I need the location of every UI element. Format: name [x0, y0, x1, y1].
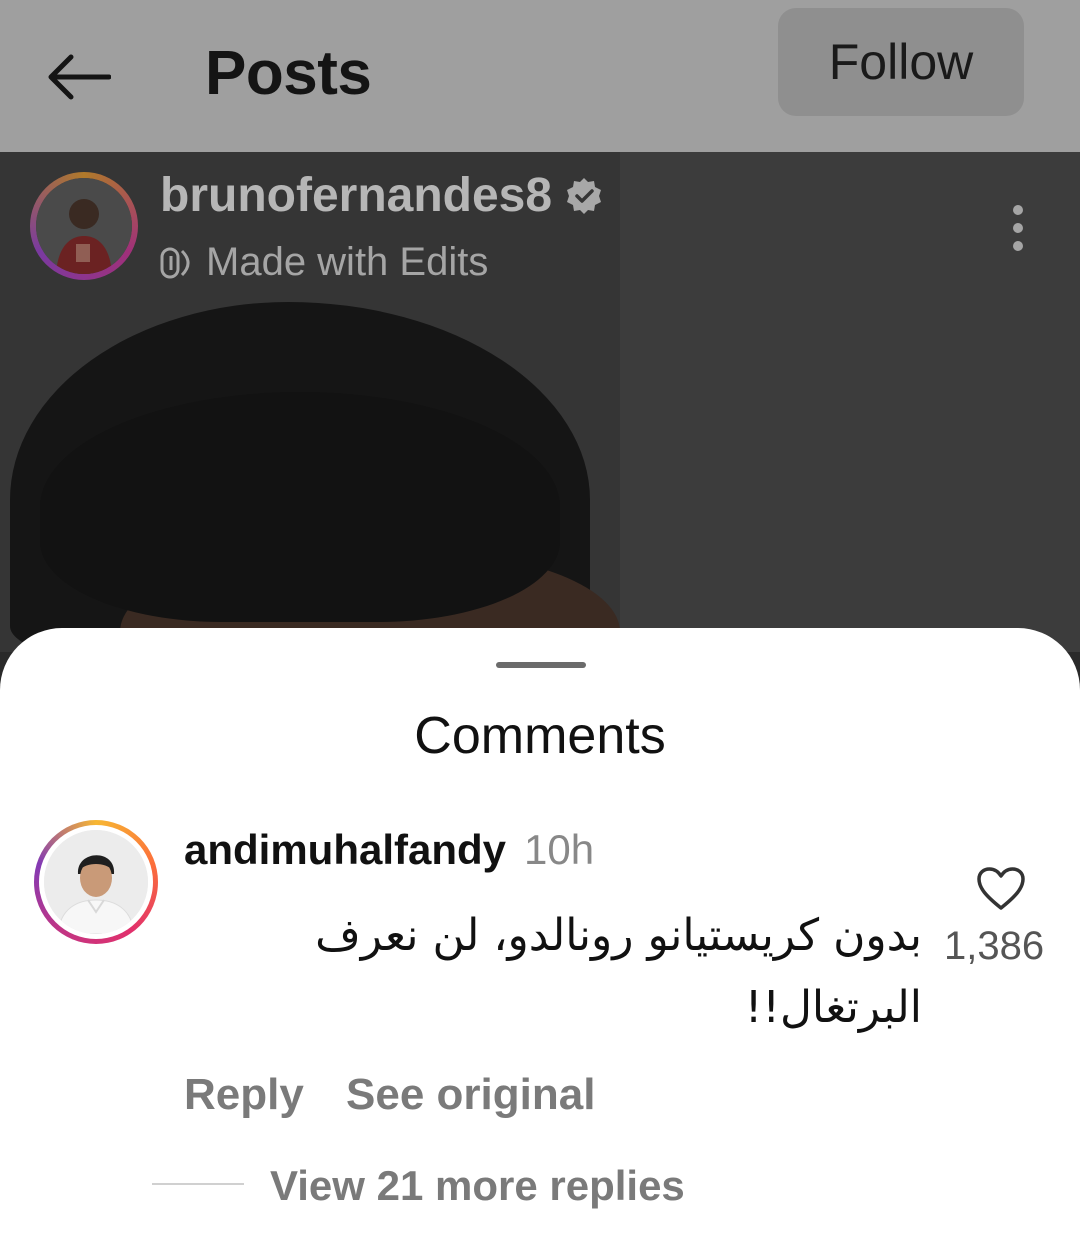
avatar-photo — [36, 178, 132, 274]
comment-header: andimuhalfandy 10h — [184, 826, 594, 874]
post-author-username[interactable]: brunofernandes8 — [160, 168, 604, 223]
comment-username[interactable]: andimuhalfandy — [184, 826, 506, 873]
comments-sheet: Comments andimuhalfandy 10h بدون كريستيان… — [0, 628, 1080, 1248]
username-text: brunofernandes8 — [160, 169, 553, 222]
comment-timestamp: 10h — [524, 826, 595, 873]
like-comment-button[interactable] — [976, 866, 1026, 914]
verified-badge-icon — [567, 177, 602, 214]
post-author-avatar[interactable] — [30, 172, 138, 280]
more-options-button[interactable] — [1000, 200, 1036, 256]
edits-icon — [160, 247, 190, 278]
follow-button[interactable]: Follow — [778, 8, 1024, 116]
comment-text: بدون كريستيانو رونالدو، لن نعرف البرتغال… — [315, 910, 922, 1033]
heart-outline-icon — [977, 867, 1025, 910]
like-count: 1,386 — [944, 924, 1045, 968]
comment-author-avatar[interactable] — [34, 820, 158, 944]
see-original-button[interactable]: See original — [346, 1070, 595, 1120]
top-bar: Posts Follow — [0, 0, 1080, 152]
replies-divider — [152, 1183, 244, 1185]
page-title: Posts — [205, 39, 372, 108]
made-with-edits-link[interactable]: Made with Edits — [160, 240, 488, 285]
sheet-drag-handle[interactable] — [496, 662, 586, 668]
avatar-photo — [44, 830, 148, 934]
made-with-text: Made with Edits — [206, 240, 489, 284]
reply-button[interactable]: Reply — [184, 1070, 304, 1120]
post-media[interactable] — [0, 152, 1080, 652]
back-button[interactable] — [40, 48, 116, 106]
arrow-left-icon — [48, 54, 111, 100]
more-vertical-icon — [1013, 205, 1023, 251]
comments-title: Comments — [414, 707, 666, 765]
view-more-replies-button[interactable]: View 21 more replies — [270, 1162, 685, 1210]
